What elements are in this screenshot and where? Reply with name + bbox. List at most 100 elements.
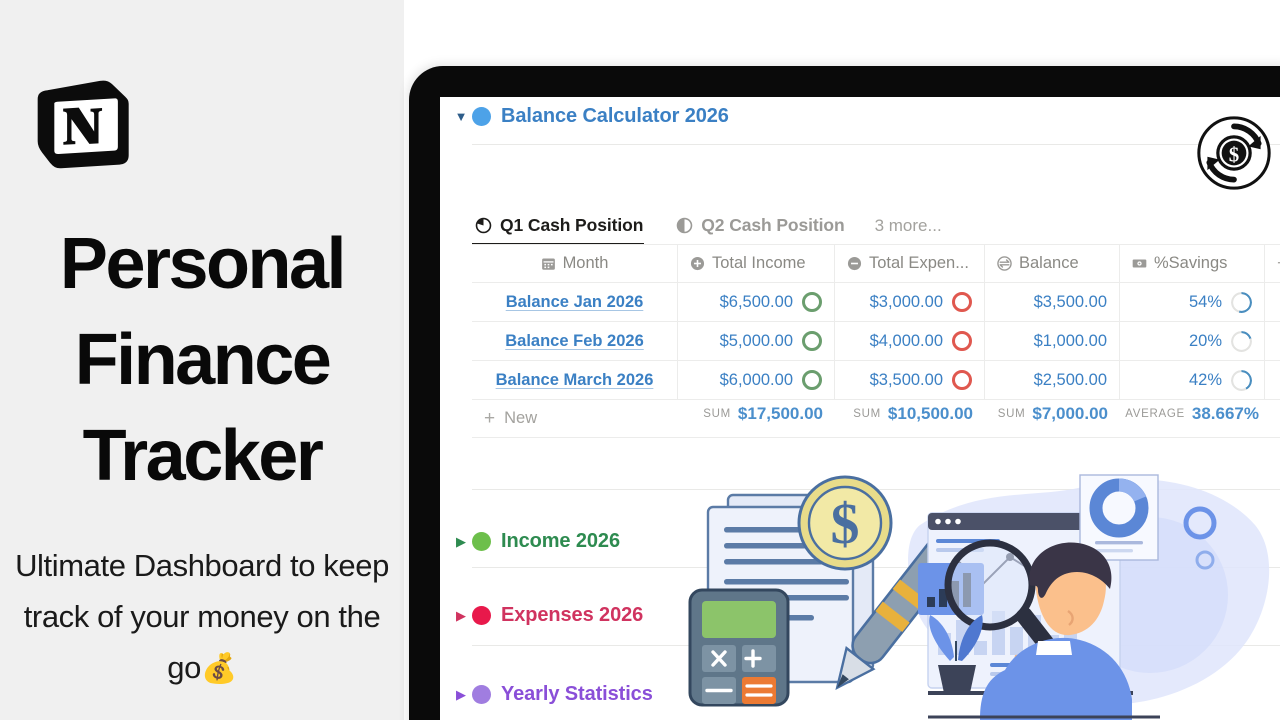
row-title-link[interactable]: Balance Feb 2026 [484, 332, 665, 351]
column-header-total-income[interactable]: Total Income [678, 245, 835, 283]
column-header-total-expenses[interactable]: Total Expen... [835, 245, 985, 283]
cell-total-income[interactable]: $6,500.00 [678, 283, 835, 322]
table-row[interactable]: Balance March 2026 $6,000.00 $3,500.00 $… [472, 361, 1280, 400]
cell-value: $6,500.00 [719, 292, 793, 311]
column-header-label: Balance [1019, 254, 1079, 272]
money-refresh-circle-icon: $ [1197, 116, 1271, 190]
column-header-savings[interactable]: %Savings [1120, 245, 1265, 283]
cell-savings[interactable]: 42% [1120, 361, 1265, 400]
page-title: Personal Finance Tracker [0, 216, 404, 504]
promo-panel: Personal Finance Tracker Ultimate Dashbo… [0, 0, 404, 720]
chevron-down-icon[interactable]: ▼ [450, 109, 472, 124]
table-row[interactable]: Balance Jan 2026 $6,500.00 $3,000.00 $3,… [472, 283, 1280, 322]
page-dot-icon [472, 107, 491, 126]
cell-value: 42% [1188, 370, 1222, 389]
cell-savings[interactable]: 20% [1120, 322, 1265, 361]
savings-donut-indicator [1231, 369, 1252, 391]
table-header-row: Month Total Income Total Expen... Balanc… [472, 244, 1280, 283]
cell-value: $5,000.00 [719, 331, 793, 350]
promo-title-line-3: Tracker [82, 416, 324, 496]
tab-q2-cash-position[interactable]: Q2 Cash Position [673, 215, 857, 245]
summary-label: SUM [703, 408, 731, 420]
section-title[interactable]: Expenses 2026 [501, 604, 643, 627]
section-dot-icon [472, 606, 491, 625]
row-title-link[interactable]: Balance Jan 2026 [484, 293, 665, 312]
cell-value: $2,500.00 [1033, 370, 1107, 389]
summary-value: 38.667% [1191, 404, 1259, 423]
cell-value: $3,500.00 [1033, 292, 1107, 311]
balance-calculator-title[interactable]: Balance Calculator 2026 [501, 105, 729, 128]
promo-title-line-2: Finance [74, 320, 332, 400]
column-header-label: Total Expen... [869, 254, 969, 272]
income-ring-indicator [802, 370, 822, 390]
money-bag-emoji: 💰 [200, 653, 237, 685]
section-dot-icon [472, 685, 491, 704]
column-header-label: Total Income [712, 254, 806, 272]
svg-text:$: $ [1229, 143, 1239, 167]
section-dot-icon [472, 532, 491, 551]
divider [472, 489, 1280, 490]
cell-balance[interactable]: $2,500.00 [985, 361, 1120, 400]
chevron-right-icon[interactable]: ▶ [450, 534, 472, 550]
minus-circle-icon [847, 256, 862, 271]
promo-title-line-1: Personal [59, 224, 347, 304]
cell-value: 20% [1188, 331, 1222, 350]
tabs-more-button[interactable]: 3 more... [875, 216, 942, 245]
money-note-icon [1132, 256, 1147, 271]
column-header-balance[interactable]: Balance [985, 245, 1120, 283]
summary-total-income[interactable]: SUM $17,500.00 [678, 397, 835, 431]
cell-spacer [1265, 361, 1280, 400]
cell-total-expenses[interactable]: $4,000.00 [835, 322, 985, 361]
database-view-tabs: Q1 Cash Position Q2 Cash Position 3 more… [472, 201, 942, 245]
cell-month[interactable]: Balance Feb 2026 [472, 322, 678, 361]
cell-total-income[interactable]: $5,000.00 [678, 322, 835, 361]
divider [472, 645, 1280, 646]
section-title[interactable]: Income 2026 [501, 530, 620, 553]
cell-month[interactable]: Balance March 2026 [472, 361, 678, 400]
page-header-balance-calculator[interactable]: ▼ Balance Calculator 2026 [450, 105, 1280, 128]
section-yearly-statistics[interactable]: ▶ Yearly Statistics [450, 683, 653, 706]
tab-label: Q2 Cash Position [701, 215, 845, 235]
income-ring-indicator [802, 331, 822, 351]
chevron-right-icon[interactable]: ▶ [450, 608, 472, 624]
summary-value: $10,500.00 [887, 404, 973, 423]
summary-value: $17,500.00 [737, 404, 823, 423]
summary-total-expenses[interactable]: SUM $10,500.00 [835, 397, 985, 431]
tab-q1-cash-position[interactable]: Q1 Cash Position [472, 215, 656, 245]
add-column-button[interactable]: + [1265, 245, 1280, 283]
plus-circle-icon [690, 256, 705, 271]
notion-logo-icon [37, 80, 129, 169]
expense-ring-indicator [952, 370, 972, 390]
cell-balance[interactable]: $3,500.00 [985, 283, 1120, 322]
cell-savings[interactable]: 54% [1120, 283, 1265, 322]
calendar-icon [541, 256, 556, 271]
cell-total-income[interactable]: $6,000.00 [678, 361, 835, 400]
summary-balance[interactable]: SUM $7,000.00 [985, 397, 1120, 431]
tablet-screen: ▼ Balance Calculator 2026 Q1 Cash Positi… [440, 97, 1280, 720]
summary-savings[interactable]: AVERAGE 38.667% [1120, 397, 1265, 431]
summary-label: AVERAGE [1125, 408, 1185, 420]
column-header-label: %Savings [1154, 254, 1228, 272]
row-title-link[interactable]: Balance March 2026 [484, 371, 665, 390]
cell-value: $4,000.00 [869, 331, 943, 350]
swap-circle-icon [997, 256, 1012, 271]
cell-value: $1,000.00 [1033, 331, 1107, 350]
cell-spacer [1265, 283, 1280, 322]
table-row[interactable]: Balance Feb 2026 $5,000.00 $4,000.00 $1,… [472, 322, 1280, 361]
cell-month[interactable]: Balance Jan 2026 [472, 283, 678, 322]
section-income-2026[interactable]: ▶ Income 2026 [450, 530, 620, 553]
expense-ring-indicator [952, 292, 972, 312]
cell-balance[interactable]: $1,000.00 [985, 322, 1120, 361]
summary-label: SUM [853, 408, 881, 420]
cell-total-expenses[interactable]: $3,500.00 [835, 361, 985, 400]
savings-donut-indicator [1231, 330, 1252, 352]
section-title[interactable]: Yearly Statistics [501, 683, 653, 706]
pie-quarter-icon [475, 217, 492, 234]
cell-total-expenses[interactable]: $3,000.00 [835, 283, 985, 322]
table-summary-row: SUM $17,500.00 SUM $10,500.00 SUM $7,000… [472, 397, 1280, 431]
section-expenses-2026[interactable]: ▶ Expenses 2026 [450, 604, 643, 627]
column-header-month[interactable]: Month [472, 245, 678, 283]
chevron-right-icon[interactable]: ▶ [450, 687, 472, 703]
column-header-label: Month [562, 254, 609, 272]
summary-label: SUM [997, 408, 1026, 420]
